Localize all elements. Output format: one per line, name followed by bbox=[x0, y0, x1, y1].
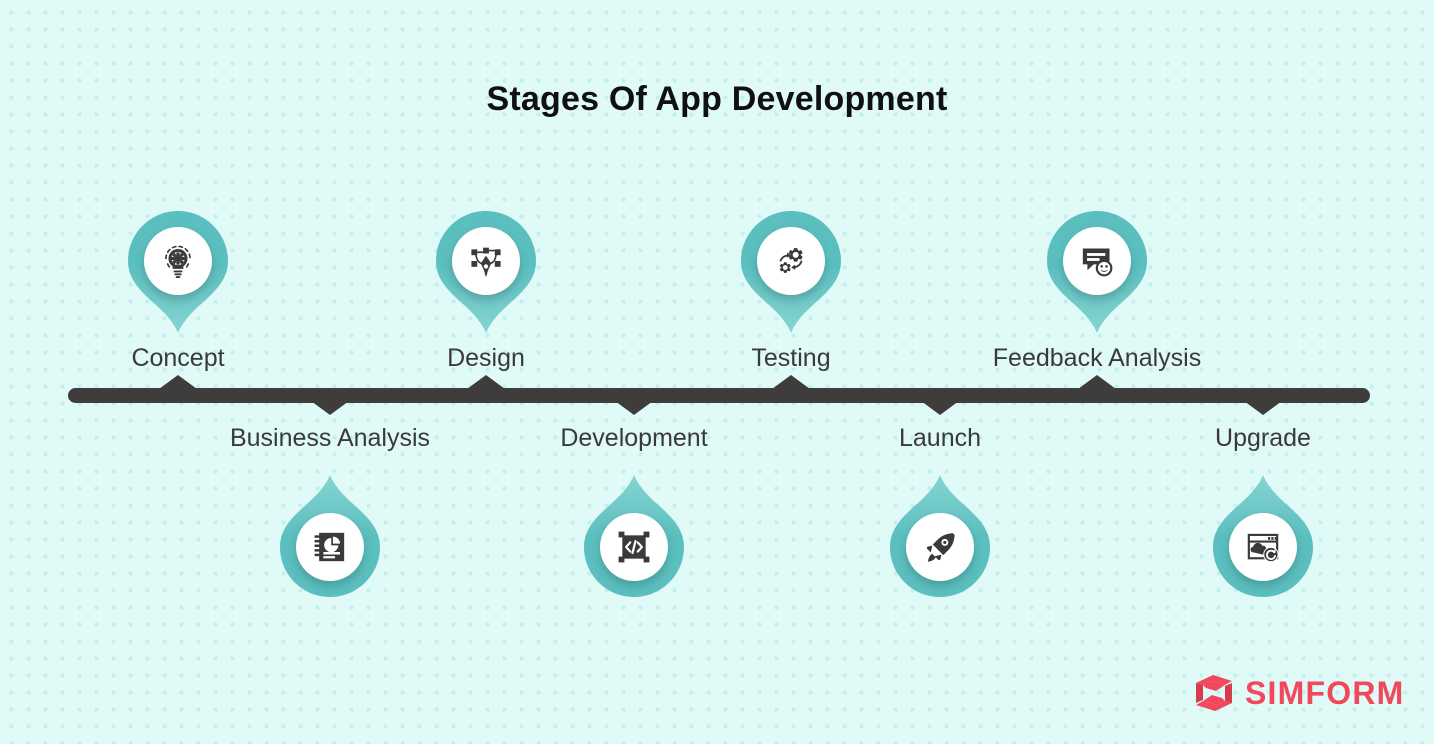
timeline-marker-testing bbox=[772, 375, 810, 389]
pin-icon-disc bbox=[757, 227, 825, 295]
timeline-marker-launch bbox=[921, 401, 959, 415]
logo-wordmark: SIMFORM bbox=[1245, 675, 1405, 711]
timeline-marker-feedback-analysis bbox=[1078, 375, 1116, 389]
pin-icon-disc bbox=[144, 227, 212, 295]
stage-label-upgrade: Upgrade bbox=[1215, 424, 1311, 452]
pin-icon-disc bbox=[906, 513, 974, 581]
stage-label-feedback-analysis: Feedback Analysis bbox=[992, 344, 1202, 372]
timeline-marker-design bbox=[467, 375, 505, 389]
stage-pin-feedback-analysis[interactable] bbox=[1047, 211, 1147, 333]
stage-label-concept: Concept bbox=[131, 344, 225, 372]
rocket-icon bbox=[926, 533, 955, 562]
stage-pin-upgrade[interactable] bbox=[1213, 475, 1313, 597]
stage-label-development: Development bbox=[560, 424, 708, 452]
timeline-bar bbox=[68, 388, 1370, 403]
stage-pin-testing[interactable] bbox=[741, 211, 841, 333]
simform-cube-icon bbox=[1196, 675, 1232, 711]
pin-icon-disc bbox=[1229, 513, 1297, 581]
simform-logo: SIMFORM bbox=[1192, 672, 1405, 714]
timeline-marker-concept bbox=[159, 375, 197, 389]
timeline-marker-upgrade bbox=[1244, 401, 1282, 415]
browser-cloud-refresh-icon bbox=[1247, 533, 1279, 563]
stage-label-design: Design bbox=[447, 344, 525, 372]
pin-icon-disc bbox=[1063, 227, 1131, 295]
pin-icon-disc bbox=[296, 513, 364, 581]
gears-arrows-icon bbox=[779, 248, 803, 273]
pen-tool-icon bbox=[471, 247, 501, 277]
stage-pin-launch[interactable] bbox=[890, 475, 990, 597]
code-brackets-icon bbox=[618, 531, 650, 563]
stage-pin-design[interactable] bbox=[436, 211, 536, 333]
stage-pin-concept[interactable] bbox=[128, 211, 228, 333]
lightbulb-gear-icon bbox=[165, 245, 191, 278]
infographic-canvas: Stages Of App Development Concept Busines… bbox=[0, 0, 1434, 744]
chat-smiley-icon bbox=[1082, 248, 1113, 277]
timeline-marker-development bbox=[615, 401, 653, 415]
page-title: Stages Of App Development bbox=[486, 80, 948, 118]
pin-icon-disc bbox=[600, 513, 668, 581]
stage-label-launch: Launch bbox=[898, 424, 982, 452]
stage-label-business-analysis: Business Analysis bbox=[229, 424, 431, 452]
stage-pin-business-analysis[interactable] bbox=[280, 475, 380, 597]
stage-label-testing: Testing bbox=[751, 344, 831, 372]
timeline-marker-business-analysis bbox=[311, 401, 349, 415]
notebook-chart-icon bbox=[314, 532, 345, 562]
stage-pin-development[interactable] bbox=[584, 475, 684, 597]
pin-icon-disc bbox=[452, 227, 520, 295]
